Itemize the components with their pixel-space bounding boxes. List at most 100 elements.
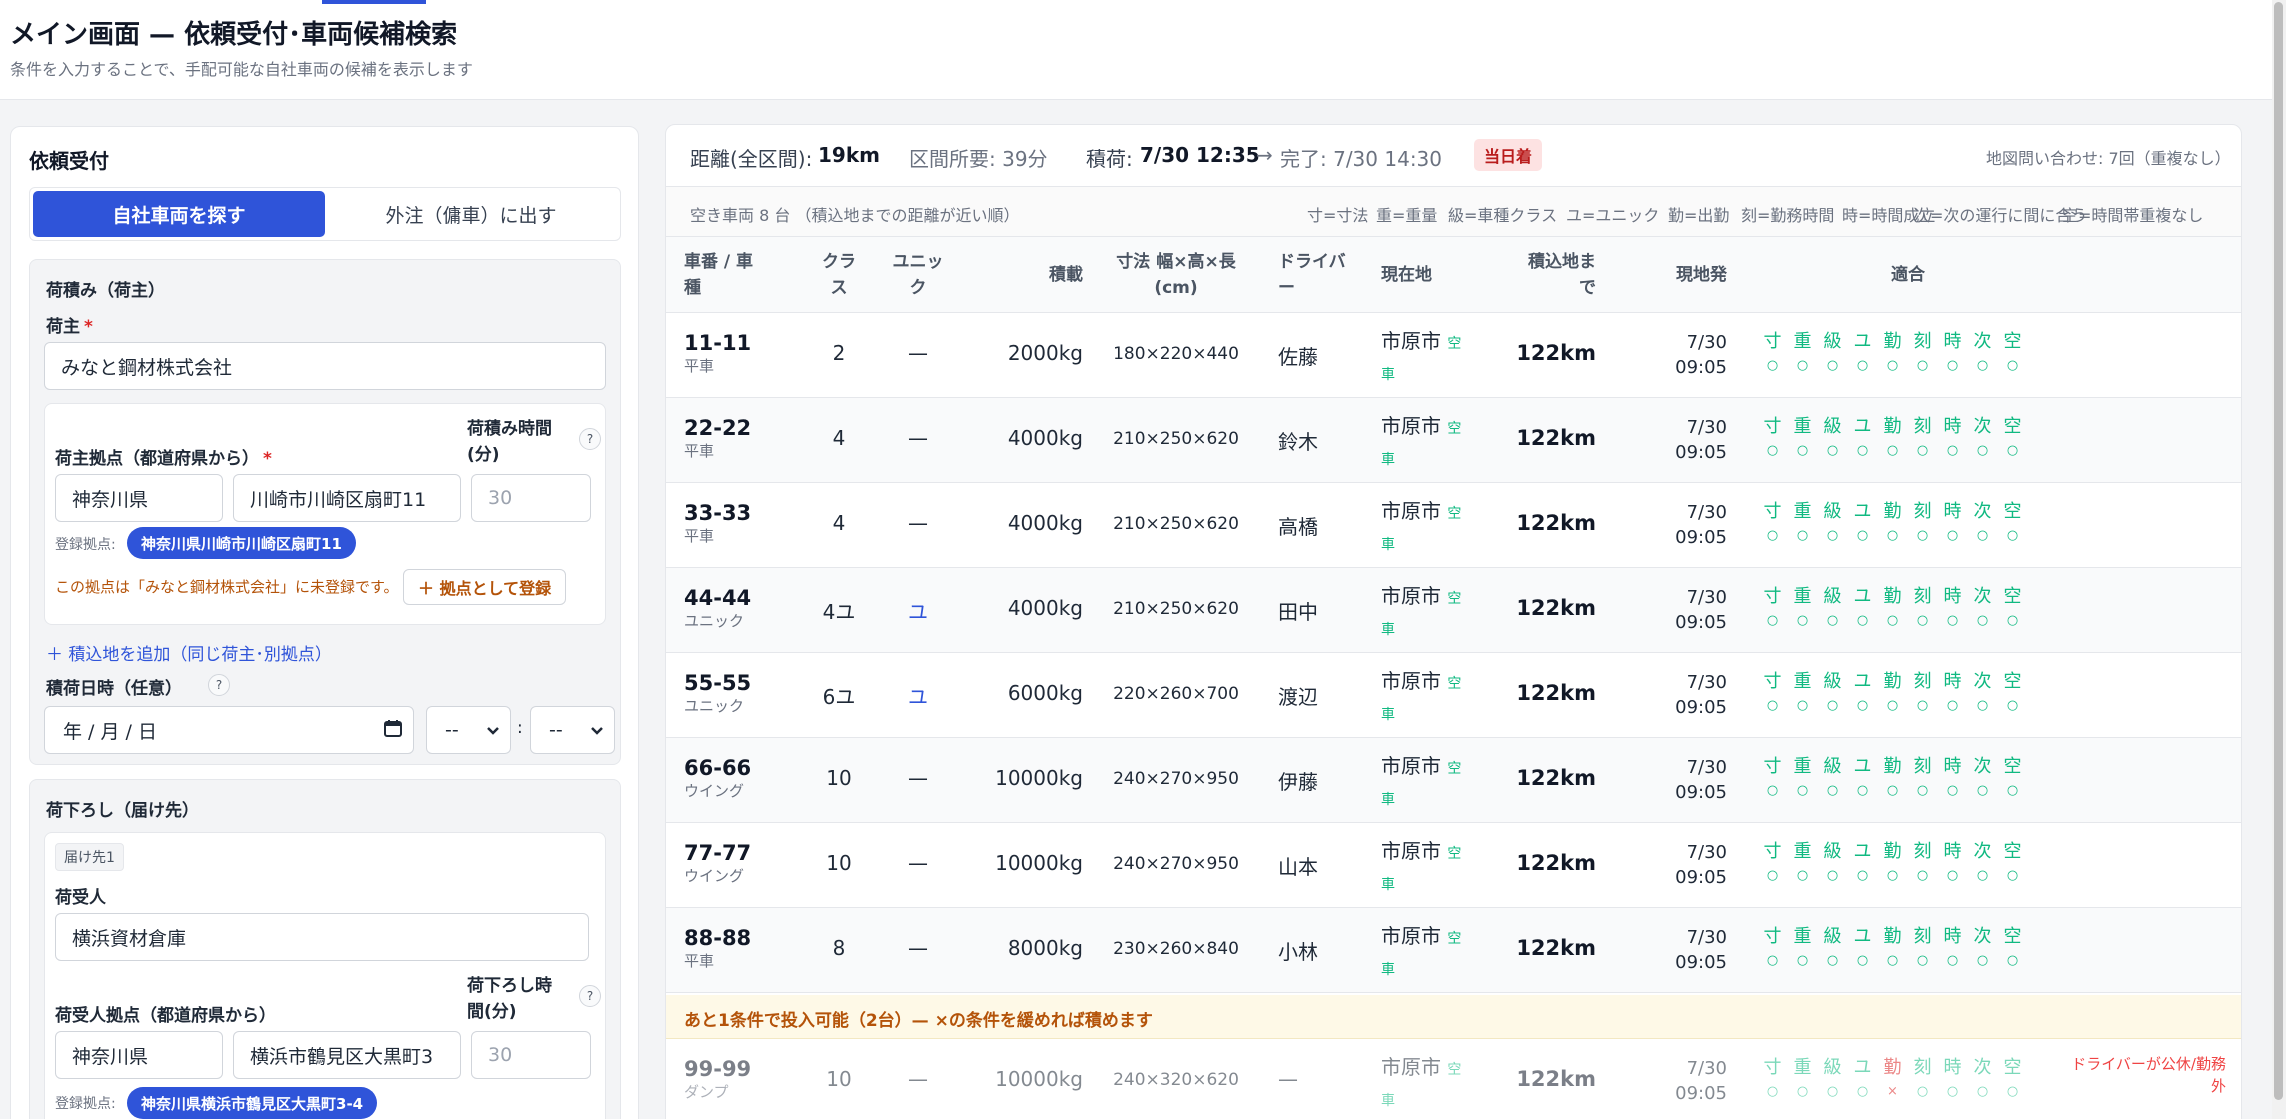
consignee-label: 荷受人 xyxy=(55,888,106,908)
shipper-prefecture-select[interactable]: 神奈川県 xyxy=(55,474,223,522)
depart-cell: 7/30 09:05 xyxy=(1675,842,1727,888)
fit-indicator: 重 ○ xyxy=(1793,586,1812,628)
plate-number: 99-99 xyxy=(684,1057,752,1081)
depart-cell: 7/30 09:05 xyxy=(1675,672,1727,718)
fit-indicator: ユ ○ xyxy=(1853,501,1872,543)
map-query-count: 地図問い合わせ: 7回（重複なし） xyxy=(1986,149,2231,168)
fit-indicator: 重 ○ xyxy=(1793,1057,1812,1099)
driver-cell: 田中 xyxy=(1278,600,1318,624)
col-dimensions[interactable]: 寸法 幅×高×長 (cm) xyxy=(1106,249,1246,301)
fit-indicator: 級 ○ xyxy=(1823,841,1842,883)
class-cell: 4ユ xyxy=(822,600,856,624)
chevron-down-icon xyxy=(590,719,604,741)
page-header: メイン画面 — 依頼受付･車両候補検索 条件を入力することで、手配可能な自社車両… xyxy=(0,0,2286,100)
scrollbar-thumb[interactable] xyxy=(2274,2,2283,1100)
table-row[interactable]: 22-22 平車 4 — 4000kg 210×250×620 鈴木 市原市 空車 122km 7… xyxy=(666,398,2241,483)
scrollbar[interactable] xyxy=(2272,0,2286,1119)
distance-cell: 122km xyxy=(1516,681,1596,705)
col-to-pickup[interactable]: 積込地まで xyxy=(1516,249,1596,301)
fit-indicator: 次 ○ xyxy=(1973,501,1992,543)
consignee-prefecture-select[interactable]: 神奈川県 xyxy=(55,1031,223,1079)
depart-cell: 7/30 09:05 xyxy=(1675,417,1727,463)
col-class[interactable]: クラス xyxy=(819,249,859,301)
col-plate[interactable]: 車番 / 車種 xyxy=(684,249,753,301)
fit-indicator: 空 ○ xyxy=(2003,416,2022,458)
distance-value: 19km xyxy=(818,143,880,167)
dimensions-cell: 180×220×440 xyxy=(1113,344,1239,364)
col-capacity[interactable]: 積載 xyxy=(1023,262,1083,288)
mode-switch: 自社車両を探す 外注（傭車）に出す xyxy=(29,187,621,241)
fit-indicator: 級 ○ xyxy=(1823,926,1842,968)
help-icon[interactable]: ? xyxy=(579,428,601,450)
location-cell: 市原市 空車 xyxy=(1381,924,1462,978)
distance-cell: 122km xyxy=(1516,936,1596,960)
destination-tag: 届け先1 xyxy=(55,843,124,871)
table-row[interactable]: 88-88 平車 8 — 8000kg 230×260×840 小林 市原市 空車 122km 7… xyxy=(666,908,2241,993)
fit-cell: 寸 ○ 重 ○ 級 ○ ユ ○ 勤 ○ 刻 ○ 時 ○ 次 ○ 空 ○ xyxy=(1763,500,2022,548)
plate-number: 44-44 xyxy=(684,586,752,610)
load-label: 積荷: xyxy=(1086,147,1133,171)
register-base-button[interactable]: ＋ 拠点として登録 xyxy=(403,569,567,605)
dimensions-cell: 210×250×620 xyxy=(1113,514,1239,534)
fit-indicator: 級 ○ xyxy=(1823,671,1842,713)
load-hour-select[interactable]: -- xyxy=(426,706,511,754)
registered-base-pill[interactable]: 神奈川県川崎市川崎区扇町11 xyxy=(127,527,356,559)
col-driver[interactable]: ドライバー xyxy=(1278,249,1346,301)
vehicle-type: 平車 xyxy=(684,442,715,460)
fit-indicator: 級 ○ xyxy=(1823,586,1842,628)
shipper-address-input[interactable]: 川崎市川崎区扇町11 xyxy=(233,474,461,522)
load-minutes-input[interactable]: 30 xyxy=(471,474,591,522)
fit-indicator: 重 ○ xyxy=(1793,331,1812,373)
table-row[interactable]: 44-44 ユニック 4ユ ユ 4000kg 210×250×620 田中 市原市 空車 122… xyxy=(666,568,2241,653)
fit-indicator: 寸 ○ xyxy=(1763,841,1782,883)
pickup-base-card: 荷主拠点（都道府県から） * 荷積み時間 (分) ? 神奈川県 川崎市川崎区扇町11… xyxy=(44,403,606,625)
vehicle-type: ウイング xyxy=(684,867,745,885)
table-row[interactable]: 33-33 平車 4 — 4000kg 210×250×620 高橋 市原市 空車 122km 7… xyxy=(666,483,2241,568)
col-fit[interactable]: 適合 xyxy=(1891,262,1925,288)
distance-cell: 122km xyxy=(1516,341,1596,365)
fit-indicator: 勤 ○ xyxy=(1883,841,1902,883)
fit-indicator: ユ ○ xyxy=(1853,331,1872,373)
table-row[interactable]: 77-77 ウイング 10 — 10000kg 240×270×950 山本 市原市 空車 12… xyxy=(666,823,2241,908)
registered-base-pill[interactable]: 神奈川県横浜市鶴見区大黒町3-4 xyxy=(127,1087,378,1119)
fit-indicator: 重 ○ xyxy=(1793,756,1812,798)
col-location[interactable]: 現在地 xyxy=(1381,262,1432,288)
table-row[interactable]: 11-11 平車 2 — 2000kg 180×220×440 佐藤 市原市 空車 122km 7… xyxy=(666,313,2241,398)
capacity-cell: 4000kg xyxy=(1007,511,1083,535)
fit-indicator: 次 ○ xyxy=(1973,586,1992,628)
unregistered-warning: この拠点は「みなと鋼材株式会社」に未登録です。 xyxy=(55,578,399,596)
load-date-input[interactable]: 年 / 月 / 日 xyxy=(44,706,414,754)
load-minute-select[interactable]: -- xyxy=(530,706,615,754)
col-unic[interactable]: ユニック xyxy=(888,249,948,301)
legend-item: 刻=勤務時間 xyxy=(1741,206,1835,225)
fit-indicator: 刻 ○ xyxy=(1913,586,1932,628)
shipper-input[interactable]: みなと鋼材株式会社 xyxy=(44,342,606,390)
help-icon[interactable]: ? xyxy=(579,985,601,1007)
fit-cell: 寸 ○ 重 ○ 級 ○ ユ ○ 勤 × 刻 ○ 時 ○ 次 ○ 空 ○ xyxy=(1763,1056,2022,1104)
table-row[interactable]: 55-55 ユニック 6ユ ユ 6000kg 220×260×700 渡辺 市原市 空車 122… xyxy=(666,653,2241,738)
time-colon: : xyxy=(517,718,523,738)
help-icon[interactable]: ? xyxy=(208,674,230,696)
fit-indicator: 空 ○ xyxy=(2003,671,2022,713)
add-pickup-link[interactable]: ＋ 積込地を追加（同じ荷主･別拠点） xyxy=(46,640,332,665)
table-row-near-miss[interactable]: 99-99 ダンプ 10 — 10000kg 240×320×620 — 市原市 空車 122k… xyxy=(666,1039,2241,1119)
location-cell: 市原市 空車 xyxy=(1381,839,1462,893)
dimensions-cell: 210×250×620 xyxy=(1113,429,1239,449)
unload-minutes-input[interactable]: 30 xyxy=(471,1031,591,1079)
consignee-input[interactable]: 横浜資材倉庫 xyxy=(55,913,589,961)
depart-cell: 7/30 09:05 xyxy=(1675,332,1727,378)
fit-indicator: 時 ○ xyxy=(1943,1057,1962,1099)
outsource-tab[interactable]: 外注（傭車）に出す xyxy=(325,191,617,237)
fit-indicator: 次 ○ xyxy=(1973,1057,1992,1099)
table-row[interactable]: 66-66 ウイング 10 — 10000kg 240×270×950 伊藤 市原市 空車 12… xyxy=(666,738,2241,823)
col-depart[interactable]: 現地発 xyxy=(1671,262,1727,288)
consignee-address-input[interactable]: 横浜市鶴見区大黒町3 xyxy=(233,1031,461,1079)
vehicle-type: 平車 xyxy=(684,527,715,545)
plate-number: 55-55 xyxy=(684,671,752,695)
own-vehicle-tab[interactable]: 自社車両を探す xyxy=(33,191,325,237)
fit-indicator: 空 ○ xyxy=(2003,1057,2022,1099)
calendar-icon[interactable] xyxy=(383,718,403,743)
fit-indicator: 勤 ○ xyxy=(1883,416,1902,458)
plate-number: 66-66 xyxy=(684,756,752,780)
class-cell: 4 xyxy=(832,426,846,450)
